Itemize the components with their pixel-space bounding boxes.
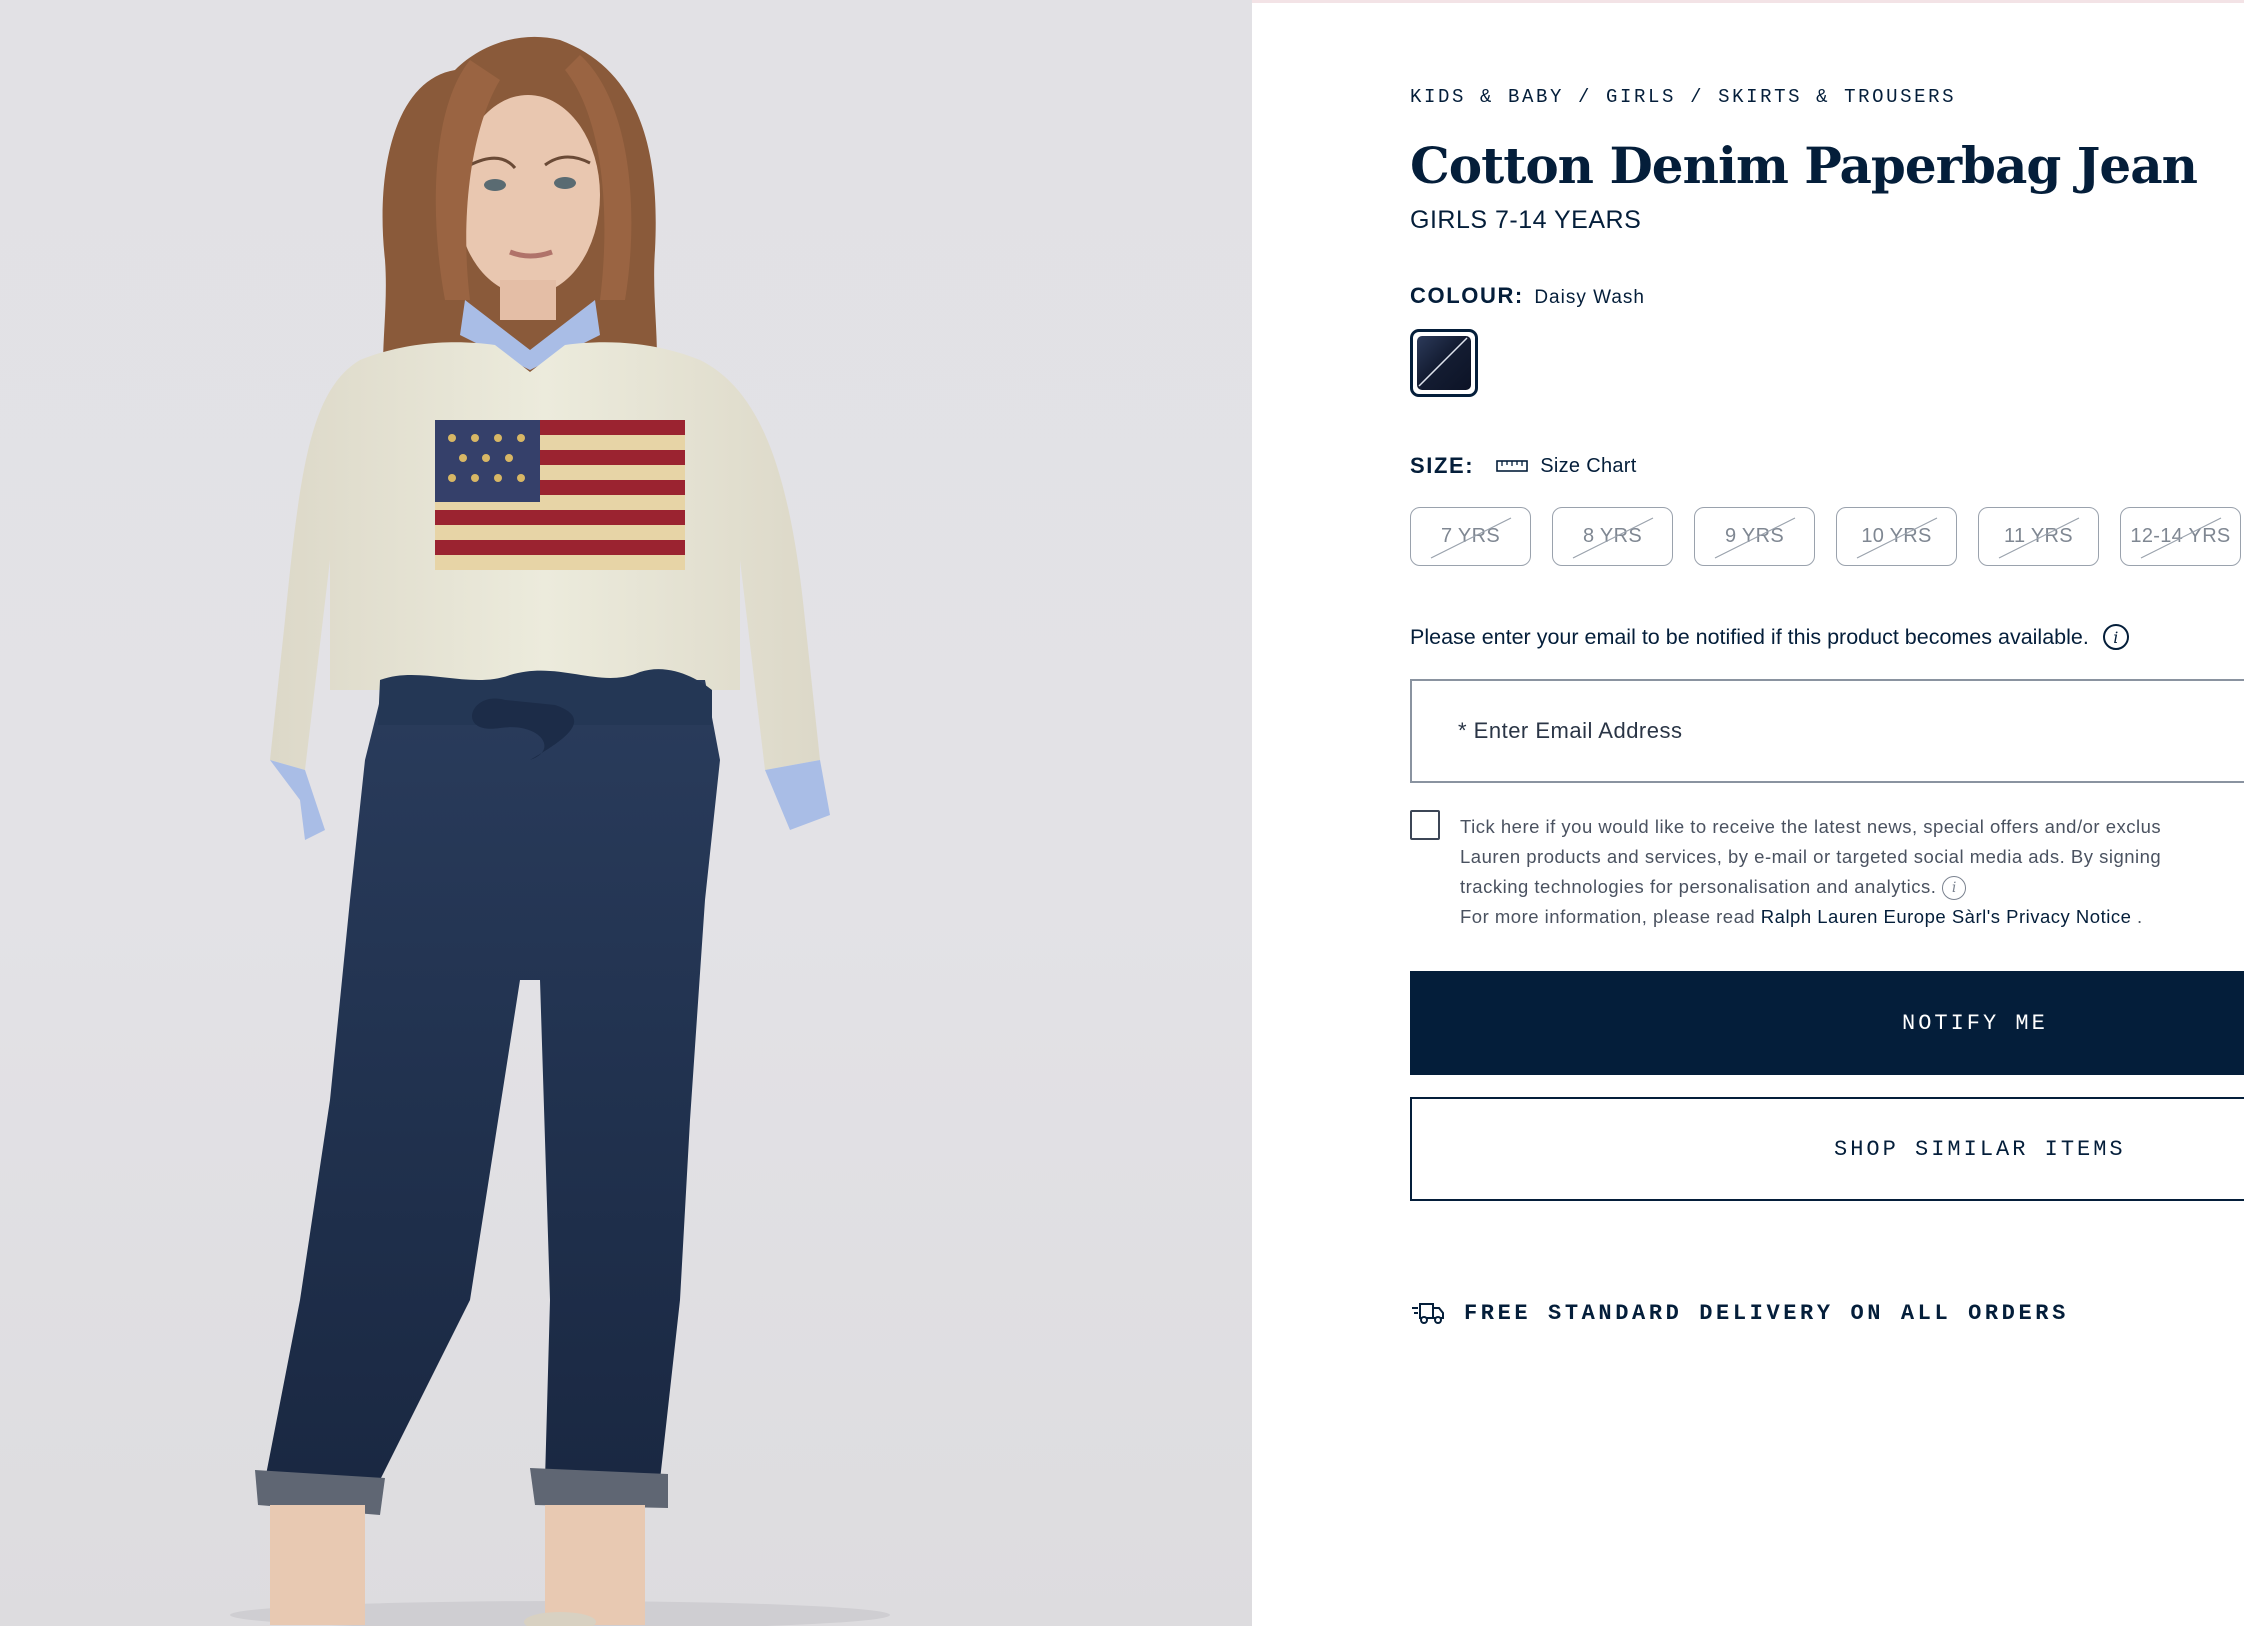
ruler-icon (1496, 460, 1529, 472)
size-option-9-yrs[interactable]: 9 YRS (1694, 507, 1815, 566)
product-detail-panel: KIDS & BABY / GIRLS / SKIRTS & TROUSERS Cott… (1252, 0, 2244, 1626)
unavailable-slash (1714, 517, 1796, 559)
unavailable-slash (1856, 517, 1938, 559)
swatch-fill (1417, 336, 1471, 390)
notify-me-button[interactable]: NOTIFY ME (1410, 971, 2244, 1075)
notify-message-text: Please enter your email to be notified i… (1410, 624, 2089, 649)
size-option-10-yrs[interactable]: 10 YRS (1836, 507, 1957, 566)
consent-line: For more information, please read Ralph … (1460, 902, 2244, 932)
consent-line: Tick here if you would like to receive t… (1460, 816, 2162, 837)
consent-line: Lauren products and services, by e-mail … (1460, 846, 2162, 867)
colour-label: COLOUR: (1410, 283, 1524, 308)
colour-row: COLOUR: Daisy Wash (1410, 283, 1645, 309)
breadcrumb-separator: / (1578, 86, 1593, 108)
privacy-notice-link[interactable]: Ralph Lauren Europe Sàrl's Privacy Notic… (1761, 906, 2132, 927)
consent-text: Tick here if you would like to receive t… (1460, 812, 2244, 932)
email-field-container (1410, 679, 2244, 783)
product-page: KIDS & BABY / GIRLS / SKIRTS & TROUSERS Cott… (0, 0, 2244, 1626)
consent-checkbox[interactable] (1410, 810, 1440, 840)
truck-icon (1412, 1303, 1444, 1324)
consent-info-icon[interactable]: i (1942, 876, 1967, 901)
delivery-text: FREE STANDARD DELIVERY ON ALL ORDERS (1464, 1300, 2069, 1326)
unavailable-slash (1430, 517, 1512, 559)
size-row: SIZE: Size Chart (1410, 453, 1637, 479)
product-subtitle: GIRLS 7-14 YEARS (1410, 206, 1642, 234)
consent-line-text: tracking technologies for personalisatio… (1460, 876, 1937, 897)
swatch-selected-slash (1418, 337, 1468, 387)
consent-line: tracking technologies for personalisatio… (1460, 872, 2244, 902)
size-chart-link[interactable]: Size Chart (1496, 455, 1636, 478)
delivery-banner: FREE STANDARD DELIVERY ON ALL ORDERS (1410, 1300, 2069, 1326)
breadcrumb-girls[interactable]: GIRLS (1606, 86, 1676, 108)
colour-swatch-daisy-wash[interactable] (1410, 329, 1478, 397)
unavailable-slash (1998, 517, 2080, 559)
size-option-12-14-yrs[interactable]: 12-14 YRS (2120, 507, 2241, 566)
breadcrumb-skirts-trousers[interactable]: SKIRTS & TROUSERS (1718, 86, 1956, 108)
product-image[interactable] (0, 0, 1252, 1626)
product-title: Cotton Denim Paperbag Jean (1410, 136, 2198, 195)
info-icon[interactable]: i (2102, 624, 2129, 650)
size-label: SIZE: (1410, 453, 1475, 478)
shop-similar-items-button[interactable]: SHOP SIMILAR ITEMS (1410, 1097, 2244, 1201)
size-options: 7 YRS 8 YRS 9 YRS 10 YRS 11 YRS 12-14 YR… (1410, 507, 2241, 566)
breadcrumb-separator: / (1690, 86, 1705, 108)
notify-message: Please enter your email to be notified i… (1410, 624, 2129, 650)
email-field[interactable] (1412, 681, 2244, 781)
breadcrumb-kids-baby[interactable]: KIDS & BABY (1410, 86, 1564, 108)
breadcrumb: KIDS & BABY / GIRLS / SKIRTS & TROUSERS (1410, 86, 1956, 108)
privacy-prefix: For more information, please read (1460, 906, 1756, 927)
size-option-11-yrs[interactable]: 11 YRS (1978, 507, 2099, 566)
privacy-suffix: . (2137, 906, 2143, 927)
size-chart-label: Size Chart (1540, 454, 1637, 477)
unavailable-slash (2140, 517, 2222, 559)
model-illustration (230, 36, 890, 1626)
size-option-8-yrs[interactable]: 8 YRS (1552, 507, 1673, 566)
colour-value: Daisy Wash (1534, 287, 1645, 308)
unavailable-slash (1572, 517, 1654, 559)
size-option-7-yrs[interactable]: 7 YRS (1410, 507, 1531, 566)
